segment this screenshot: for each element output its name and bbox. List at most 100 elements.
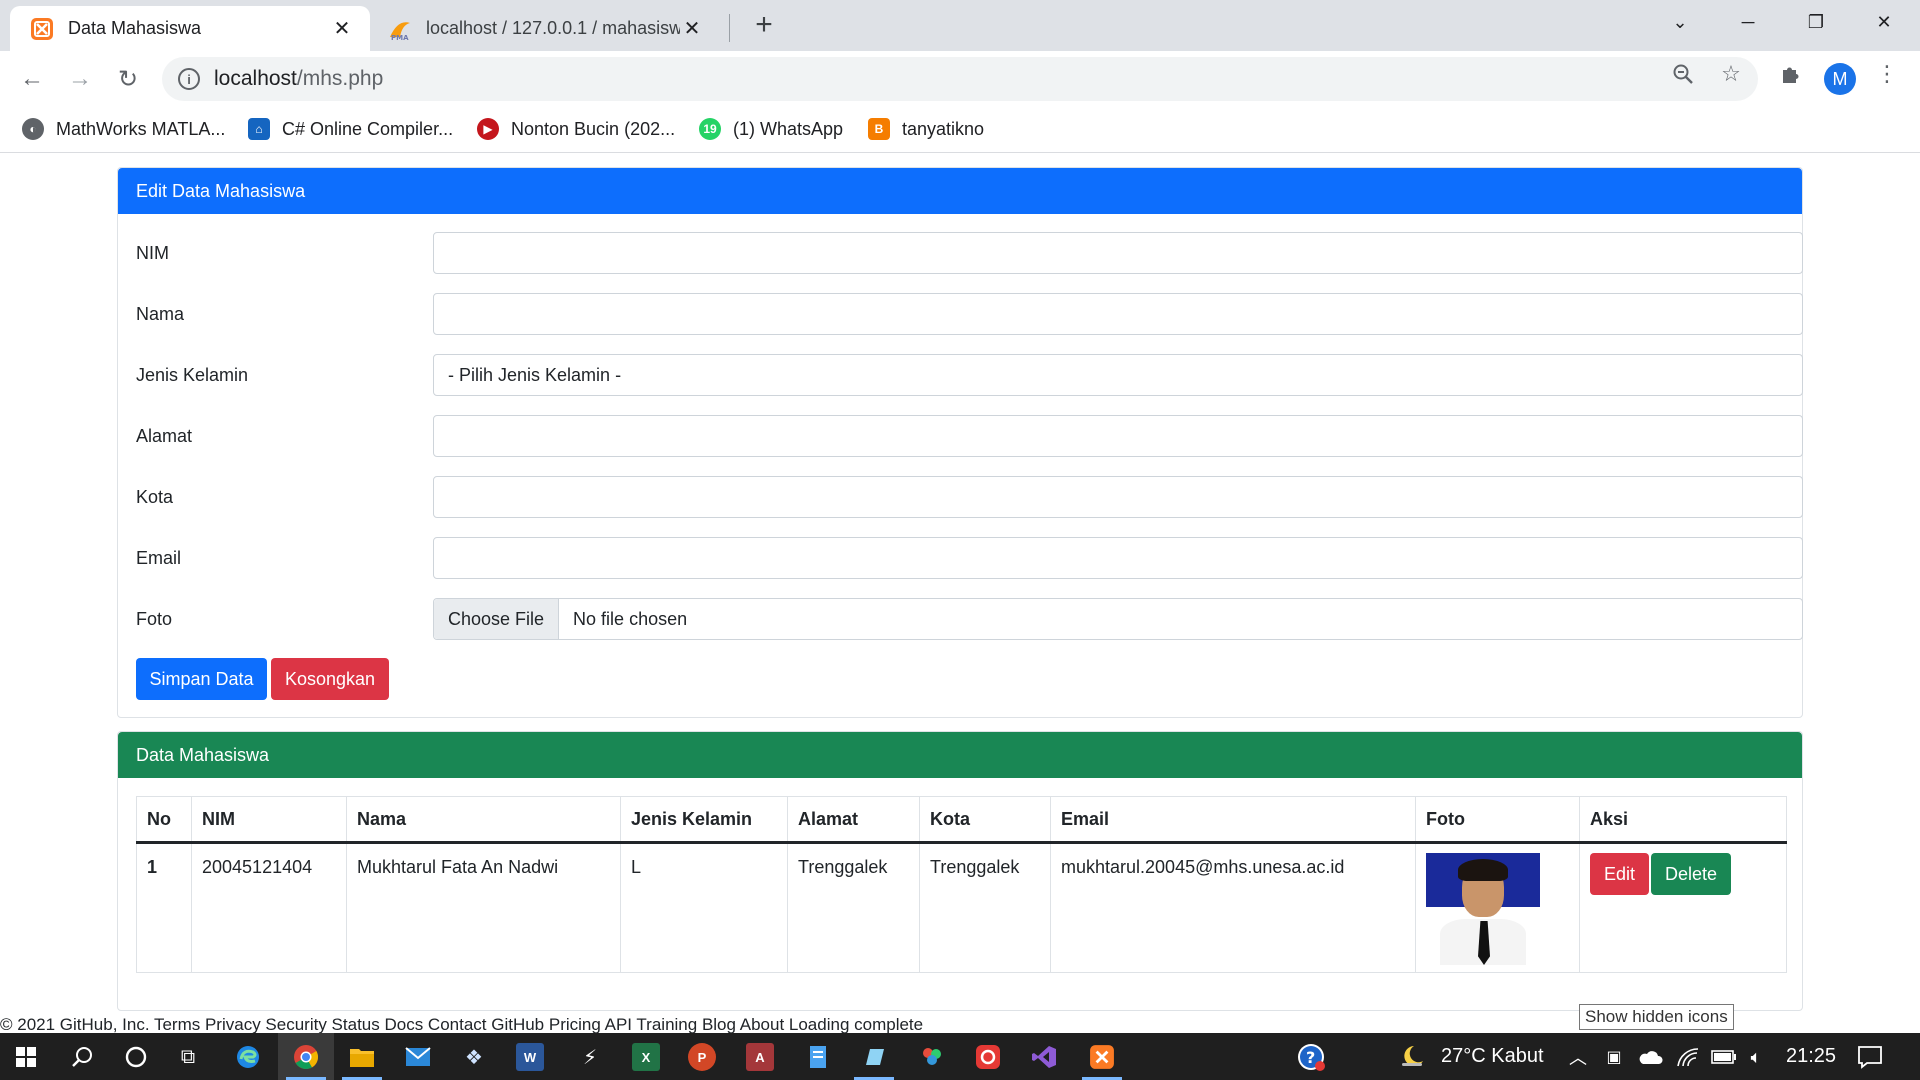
table-header-row: No NIM Nama Jenis Kelamin Alamat Kota Em… [136, 796, 1787, 844]
bookmark-label: C# Online Compiler... [282, 118, 454, 139]
reload-icon[interactable]: ↻ [108, 59, 148, 99]
column-header: Aksi [1579, 796, 1787, 844]
mail-icon[interactable] [400, 1039, 436, 1075]
document-app-icon[interactable] [800, 1039, 836, 1075]
notepad-icon[interactable] [856, 1039, 892, 1075]
phpmyadmin-icon: PMA [388, 17, 412, 42]
nama-label: Nama [136, 304, 185, 324]
data-table-card: Data Mahasiswa No NIM Nama Jenis Kelamin… [117, 731, 1803, 1011]
clock-time[interactable]: 21:25 [1786, 1033, 1836, 1080]
powerpoint-icon[interactable]: P [688, 1043, 716, 1071]
cell-nama: Mukhtarul Fata An Nadwi [346, 842, 621, 973]
email-input[interactable] [433, 537, 1803, 579]
close-window-button[interactable]: ✕ [1854, 0, 1914, 44]
column-header: No [136, 796, 192, 844]
file-explorer-icon[interactable] [344, 1039, 380, 1075]
menu-kebab-icon[interactable]: ⋮ [1874, 61, 1900, 87]
minimize-button[interactable]: ─ [1718, 0, 1778, 44]
show-hidden-icons-tooltip: Show hidden icons [1579, 1004, 1734, 1030]
weather-moon-icon[interactable] [1394, 1039, 1430, 1075]
choose-file-button[interactable]: Choose File [434, 599, 560, 639]
close-icon[interactable]: ✕ [330, 17, 354, 41]
help-icon[interactable]: ? [1293, 1039, 1329, 1075]
terminal-icon[interactable]: ⚡ [572, 1039, 608, 1075]
access-icon[interactable]: A [746, 1043, 774, 1071]
tab-data-mahasiswa[interactable]: Data Mahasiswa ✕ [10, 6, 370, 51]
alamat-row: Alamat [136, 415, 1803, 457]
nama-input[interactable] [433, 293, 1803, 335]
address-bar[interactable]: i localhost/mhs.php [162, 57, 1758, 101]
cell-aksi: Edit Delete [1579, 842, 1787, 973]
tab-search-icon[interactable]: ⌄ [1650, 0, 1710, 44]
svg-text:PMA: PMA [391, 34, 409, 41]
show-hidden-icons-chevron[interactable]: ︿ [1560, 1039, 1596, 1075]
photo-hair [1458, 859, 1508, 881]
volume-icon[interactable]: 🔈︎ [1738, 1039, 1774, 1075]
extensions-icon[interactable] [1778, 61, 1804, 87]
onedrive-icon[interactable] [1632, 1039, 1668, 1075]
kota-label: Kota [136, 487, 174, 507]
edit-button[interactable]: Edit [1590, 853, 1650, 895]
dropbox-icon[interactable]: ❖ [456, 1039, 492, 1075]
nama-row: Nama [136, 293, 1803, 335]
visual-studio-icon[interactable] [1026, 1039, 1062, 1075]
foto-row: Foto Choose File No file chosen [136, 598, 1803, 640]
cell-kota: Trenggalek [919, 842, 1051, 973]
notification-icon[interactable] [1852, 1039, 1888, 1075]
url-host: localhost [214, 67, 297, 90]
edit-form-card: Edit Data Mahasiswa NIM Nama Jenis Kelam… [117, 167, 1803, 718]
bookmark-mathworks[interactable]: ◐ MathWorks MATLA... [22, 115, 225, 143]
chrome-icon[interactable] [288, 1039, 324, 1075]
browser-tab-strip: Data Mahasiswa ✕ PMA localhost / 127.0.0… [0, 0, 1920, 51]
battery-icon[interactable] [1706, 1039, 1742, 1075]
play-icon: ▶ [477, 118, 499, 140]
alamat-input[interactable] [433, 415, 1803, 457]
paint-icon[interactable] [914, 1039, 950, 1075]
foto-file-input[interactable]: Choose File No file chosen [433, 598, 1803, 640]
zoom-icon[interactable] [1670, 61, 1696, 87]
weather-text[interactable]: 27°C Kabut [1441, 1033, 1544, 1080]
search-icon[interactable] [64, 1039, 100, 1075]
nim-input[interactable] [433, 232, 1803, 274]
task-view-icon[interactable]: ⧉ [170, 1039, 206, 1075]
save-button[interactable]: Simpan Data [136, 658, 267, 700]
screen-recorder-icon[interactable] [970, 1039, 1006, 1075]
mahasiswa-table: No NIM Nama Jenis Kelamin Alamat Kota Em… [136, 796, 1787, 973]
bookmark-label: tanyatikno [902, 118, 985, 139]
tab-phpmyadmin[interactable]: PMA localhost / 127.0.0.1 / mahasiswa ✕ [378, 6, 718, 51]
profile-avatar[interactable]: M [1824, 63, 1856, 95]
column-header: Email [1050, 796, 1416, 844]
tab-separator [729, 14, 730, 42]
xampp-taskbar-icon[interactable] [1084, 1039, 1120, 1075]
info-icon[interactable]: i [178, 68, 200, 90]
kota-input[interactable] [433, 476, 1803, 518]
word-icon[interactable]: W [516, 1043, 544, 1071]
bookmark-whatsapp[interactable]: 19 (1) WhatsApp [699, 115, 843, 143]
bookmark-csharp-compiler[interactable]: ⌂ C# Online Compiler... [248, 115, 453, 143]
back-icon[interactable]: ← [12, 59, 52, 99]
email-label: Email [136, 548, 182, 568]
jenis-kelamin-select[interactable]: - Pilih Jenis Kelamin - [433, 354, 1803, 396]
windows-start-icon[interactable] [8, 1039, 44, 1075]
tab-title: Data Mahasiswa [68, 18, 202, 38]
close-icon[interactable]: ✕ [680, 17, 704, 41]
cell-foto [1415, 842, 1580, 973]
bookmark-star-icon[interactable]: ☆ [1718, 61, 1744, 87]
blogger-icon: B [868, 118, 890, 140]
column-header: Jenis Kelamin [620, 796, 788, 844]
edge-icon[interactable] [230, 1039, 266, 1075]
new-tab-button[interactable]: + [748, 10, 780, 42]
cortana-icon[interactable] [118, 1039, 154, 1075]
browser-toolbar: ← → ↻ i localhost/mhs.php ☆ M ⋮ [0, 51, 1920, 107]
forward-icon[interactable]: → [60, 59, 100, 99]
restore-button[interactable]: ❐ [1786, 0, 1846, 44]
meet-now-icon[interactable]: ▣ [1596, 1039, 1632, 1075]
delete-button[interactable]: Delete [1651, 853, 1732, 895]
excel-icon[interactable]: X [632, 1043, 660, 1071]
bookmark-label: (1) WhatsApp [733, 118, 844, 139]
bookmark-tanyatikno[interactable]: B tanyatikno [868, 115, 984, 143]
clear-button[interactable]: Kosongkan [271, 658, 389, 700]
cell-email: mukhtarul.20045@mhs.unesa.ac.id [1050, 842, 1416, 973]
bookmark-nonton-bucin[interactable]: ▶ Nonton Bucin (202... [477, 115, 675, 143]
wifi-icon[interactable] [1670, 1039, 1706, 1075]
